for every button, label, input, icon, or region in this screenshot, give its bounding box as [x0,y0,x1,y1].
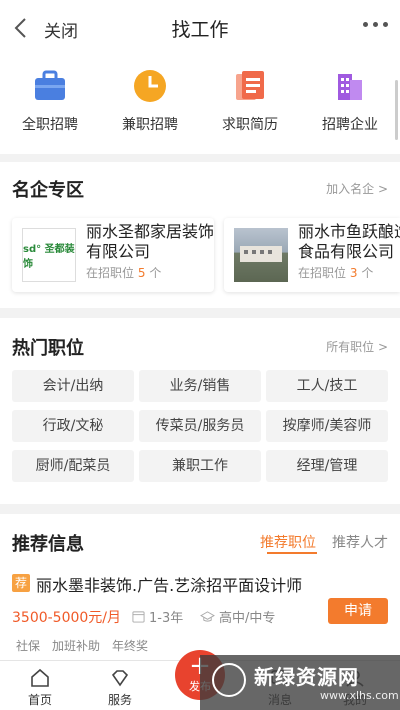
briefcase-icon [32,68,68,104]
job-tag[interactable]: 工人/技工 [266,370,388,402]
job-salary: 3500-5000元/月 [12,610,122,626]
company-logo-text: sd° 圣都装饰 [23,244,75,270]
watermark: 新绿资源网 www.xlhs.com [200,655,400,710]
category-parttime[interactable]: 兼职招聘 [104,68,196,154]
job-tag[interactable]: 按摩师/美容师 [266,410,388,442]
job-title[interactable]: 丽水墨非装饰.广告.艺涂招平面设计师 [36,572,302,596]
company-photo [234,228,288,282]
benefit-tag: 加班补助 [52,639,101,653]
category-companies[interactable]: 招聘企业 [304,68,396,154]
job-tag[interactable]: 行政/文秘 [12,410,134,442]
job-tag[interactable]: 经理/管理 [266,450,388,482]
category-label: 招聘企业 [322,117,378,133]
category-row: 全职招聘 兼职招聘 求职简历 招聘企业 [0,56,400,154]
diamond-icon [111,670,129,687]
job-education: 高中/中专 [200,607,275,626]
building-icon [332,68,368,104]
tab-recommend-talent[interactable]: 推荐人才 [332,532,388,552]
section-title: 推荐信息 [12,534,84,555]
job-tag[interactable]: 兼职工作 [139,450,261,482]
category-label: 全职招聘 [22,117,78,133]
company-logo: sd° 圣都装饰 [22,228,76,282]
active-tab-indicator [267,552,317,554]
category-resume[interactable]: 求职简历 [204,68,296,154]
company-positions: 在招职位 3 个 [298,266,374,280]
home-icon [31,668,49,687]
tab-recommend-jobs[interactable]: 推荐职位 [260,532,316,552]
clock-icon [132,68,168,104]
job-tag[interactable]: 厨师/配菜员 [12,450,134,482]
job-tag[interactable]: 传菜员/服务员 [139,410,261,442]
recommend-tabs: 推荐职位 推荐人才 [260,532,388,552]
scrollbar[interactable] [395,80,398,140]
join-famous-link[interactable]: 加入名企 > [326,180,388,197]
watermark-logo-icon [212,663,246,697]
nav-home[interactable]: 首页 [10,667,70,708]
page-title: 找工作 [171,19,229,41]
company-card[interactable]: sd° 圣都装饰 丽水圣都家居装饰有限公司 在招职位 5 个 [12,218,214,292]
apply-button[interactable]: 申请 [328,598,388,624]
job-experience: 1-3年 [132,607,183,626]
section-title: 热门职位 [12,338,84,359]
calendar-icon [132,611,145,623]
watermark-url: www.xlhs.com [320,689,399,702]
section-title: 名企专区 [12,180,84,201]
graduation-cap-icon [200,611,215,622]
nav-service[interactable]: 服务 [90,667,150,708]
benefit-tag: 年终奖 [112,639,149,653]
recommend-badge: 荐 [12,574,30,592]
more-menu-icon[interactable] [363,22,388,27]
job-tag[interactable]: 业务/销售 [139,370,261,402]
all-jobs-link[interactable]: 所有职位 > [326,338,388,355]
resume-icon [232,68,268,104]
top-bar: 关闭 找工作 [0,0,400,56]
job-tag[interactable]: 会计/出纳 [12,370,134,402]
benefit-tag: 社保 [16,639,41,653]
company-card[interactable]: 丽水市鱼跃酿造食品有限公司 在招职位 3 个 [224,218,400,292]
company-name: 丽水圣都家居装饰有限公司 [86,222,214,261]
category-label: 兼职招聘 [122,117,178,133]
company-positions: 在招职位 5 个 [86,266,162,280]
category-fulltime[interactable]: 全职招聘 [4,68,96,154]
category-label: 求职简历 [222,117,278,133]
watermark-text: 新绿资源网 [254,665,359,689]
company-name: 丽水市鱼跃酿造食品有限公司 [298,222,400,261]
